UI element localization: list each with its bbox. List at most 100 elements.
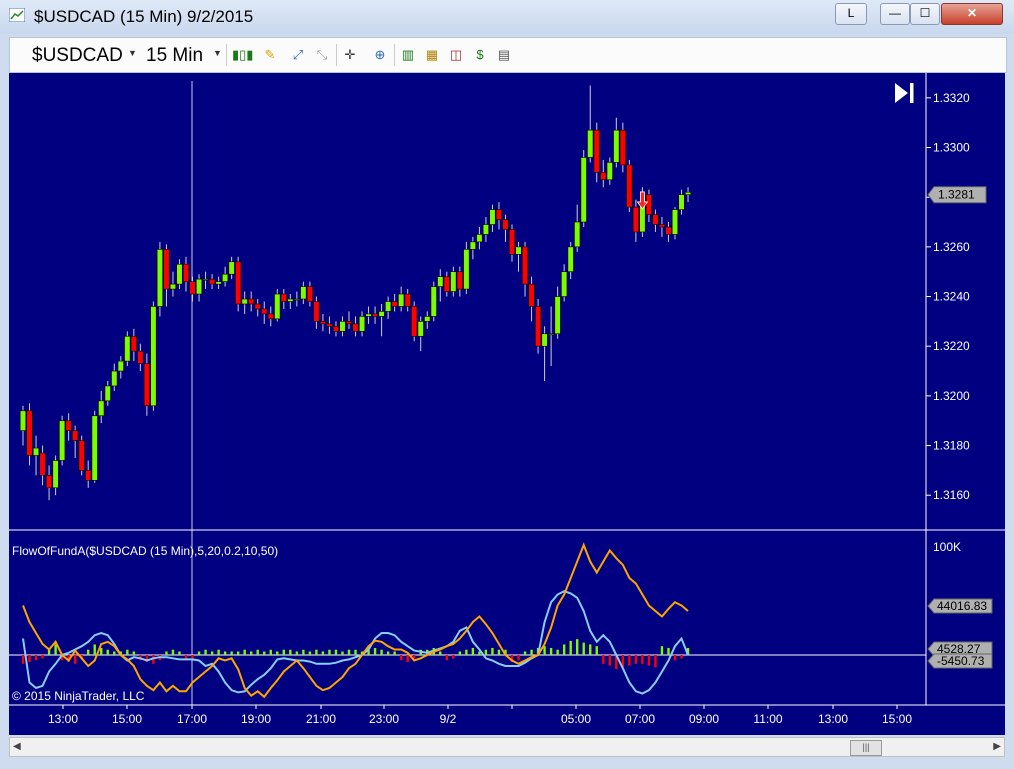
up-candle <box>678 194 685 210</box>
down-candle <box>352 323 359 332</box>
price-tick-label: 1.3220 <box>933 339 970 353</box>
histogram-bar <box>654 655 657 668</box>
interval-selector[interactable]: 15 Min <box>146 45 203 67</box>
histogram-bar <box>100 647 103 655</box>
down-candle <box>280 293 287 302</box>
time-tick-label: 07:00 <box>625 712 655 726</box>
down-candle <box>521 246 529 285</box>
fast-flow-line <box>22 542 689 699</box>
histogram-bar <box>230 651 233 655</box>
down-candle <box>658 224 666 228</box>
down-candle <box>235 261 242 305</box>
toolbar-separator <box>394 44 395 66</box>
maximize-button[interactable]: ☐ <box>910 3 940 25</box>
down-candle <box>319 321 327 325</box>
histogram-bar <box>628 655 631 666</box>
minimize-button[interactable]: — <box>880 3 910 25</box>
down-candle <box>254 303 261 310</box>
down-candle <box>665 226 672 235</box>
histogram-bar <box>445 655 448 661</box>
histogram-bar <box>582 642 585 655</box>
histogram-bar <box>341 651 344 655</box>
scrollbar-thumb[interactable]: ||| <box>850 740 882 756</box>
horizontal-scrollbar[interactable]: ◀ ||| ▶ <box>9 737 1005 757</box>
down-candle <box>593 129 600 173</box>
interval-dropdown-icon[interactable]: ▼ <box>213 48 222 58</box>
price-tick-label: 1.3260 <box>933 240 970 254</box>
histogram-bar <box>523 651 527 655</box>
indicators-icon[interactable]: ◫ <box>448 47 464 62</box>
down-candle <box>502 219 509 230</box>
up-candle <box>156 249 164 307</box>
instrument-selector[interactable]: $USDCAD <box>32 45 123 67</box>
up-candle <box>287 298 294 302</box>
down-candle <box>261 308 268 315</box>
up-candle <box>365 313 372 317</box>
histogram-bar <box>517 655 520 661</box>
histogram-bar <box>562 644 566 655</box>
time-tick-label: 23:00 <box>369 712 399 726</box>
zoom-icon[interactable]: ⊕ <box>372 47 388 62</box>
histogram-bar <box>439 651 442 655</box>
down-candle <box>411 306 418 337</box>
histogram-bar <box>197 651 201 655</box>
histogram-bar <box>113 651 116 655</box>
up-candle <box>489 209 496 225</box>
down-candle <box>208 278 216 285</box>
histogram-bar <box>589 644 592 655</box>
up-candle <box>398 293 405 307</box>
price-chart[interactable]: 1.33201.33001.32801.32601.32401.32201.32… <box>9 73 1005 735</box>
histogram-bar <box>354 649 357 655</box>
crosshair-icon[interactable]: ✛ <box>342 47 358 62</box>
instrument-dropdown-icon[interactable]: ▼ <box>128 48 137 58</box>
histogram-bar <box>54 644 57 655</box>
histogram-bar <box>178 651 181 655</box>
down-candle <box>600 172 607 181</box>
histogram-bar <box>393 651 396 655</box>
histogram-bar <box>373 647 377 655</box>
histogram-bar <box>680 655 683 659</box>
histogram-bar <box>315 649 318 655</box>
down-candle <box>495 209 503 220</box>
histogram-bar <box>576 639 579 655</box>
up-candle <box>215 281 222 285</box>
histogram-bar <box>660 646 664 655</box>
up-candle <box>684 191 692 196</box>
histogram-bar <box>308 651 312 655</box>
close-button[interactable]: ✕ <box>941 3 1003 25</box>
histogram-bar <box>217 649 220 655</box>
up-candle <box>587 129 594 158</box>
link-button[interactable]: L <box>835 3 867 25</box>
down-candle <box>619 129 626 166</box>
chart-area[interactable]: 1.33201.33001.32801.32601.32401.32201.32… <box>9 73 1005 735</box>
bars-icon[interactable]: ▮▯▮ <box>232 47 253 62</box>
down-candle <box>508 229 516 255</box>
up-candle <box>476 234 483 243</box>
price-tick-label: 1.3300 <box>933 141 970 155</box>
down-candle <box>85 470 92 481</box>
title-bar[interactable]: $USDCAD (15 Min) 9/2/2015 L — ☐ ✕ <box>0 0 1014 34</box>
price-tick-label: 1.3160 <box>933 488 970 502</box>
histogram-bar <box>471 647 475 655</box>
zoom-in-icon[interactable]: ⤢ <box>290 47 306 62</box>
histogram-bar <box>673 655 677 661</box>
pencil-icon[interactable]: ✎ <box>262 47 278 62</box>
chart-style-icon[interactable]: ▦ <box>424 47 440 62</box>
scroll-left-icon[interactable]: ◀ <box>13 741 21 752</box>
up-candle <box>32 447 40 456</box>
properties-icon[interactable]: ▤ <box>496 47 512 62</box>
strategies-icon[interactable]: $ <box>472 47 488 62</box>
chart-window: $USDCAD (15 Min) 9/2/2015 L — ☐ ✕ $USDCA… <box>0 0 1014 769</box>
up-candle <box>52 460 59 489</box>
zoom-out-icon[interactable]: ⤡ <box>314 47 330 62</box>
data-box-icon[interactable]: ▥ <box>400 47 416 62</box>
indicator-value-label: -5450.73 <box>937 654 985 668</box>
down-candle <box>189 281 196 295</box>
down-candle <box>26 410 33 456</box>
time-tick-label: 19:00 <box>241 712 271 726</box>
indicator-title: FlowOfFundA($USDCAD (15 Min),5,20,0.2,10… <box>12 544 278 558</box>
histogram-bar <box>465 649 468 655</box>
histogram-bar <box>93 644 96 655</box>
scroll-right-icon[interactable]: ▶ <box>993 741 1001 752</box>
down-candle <box>72 430 79 441</box>
